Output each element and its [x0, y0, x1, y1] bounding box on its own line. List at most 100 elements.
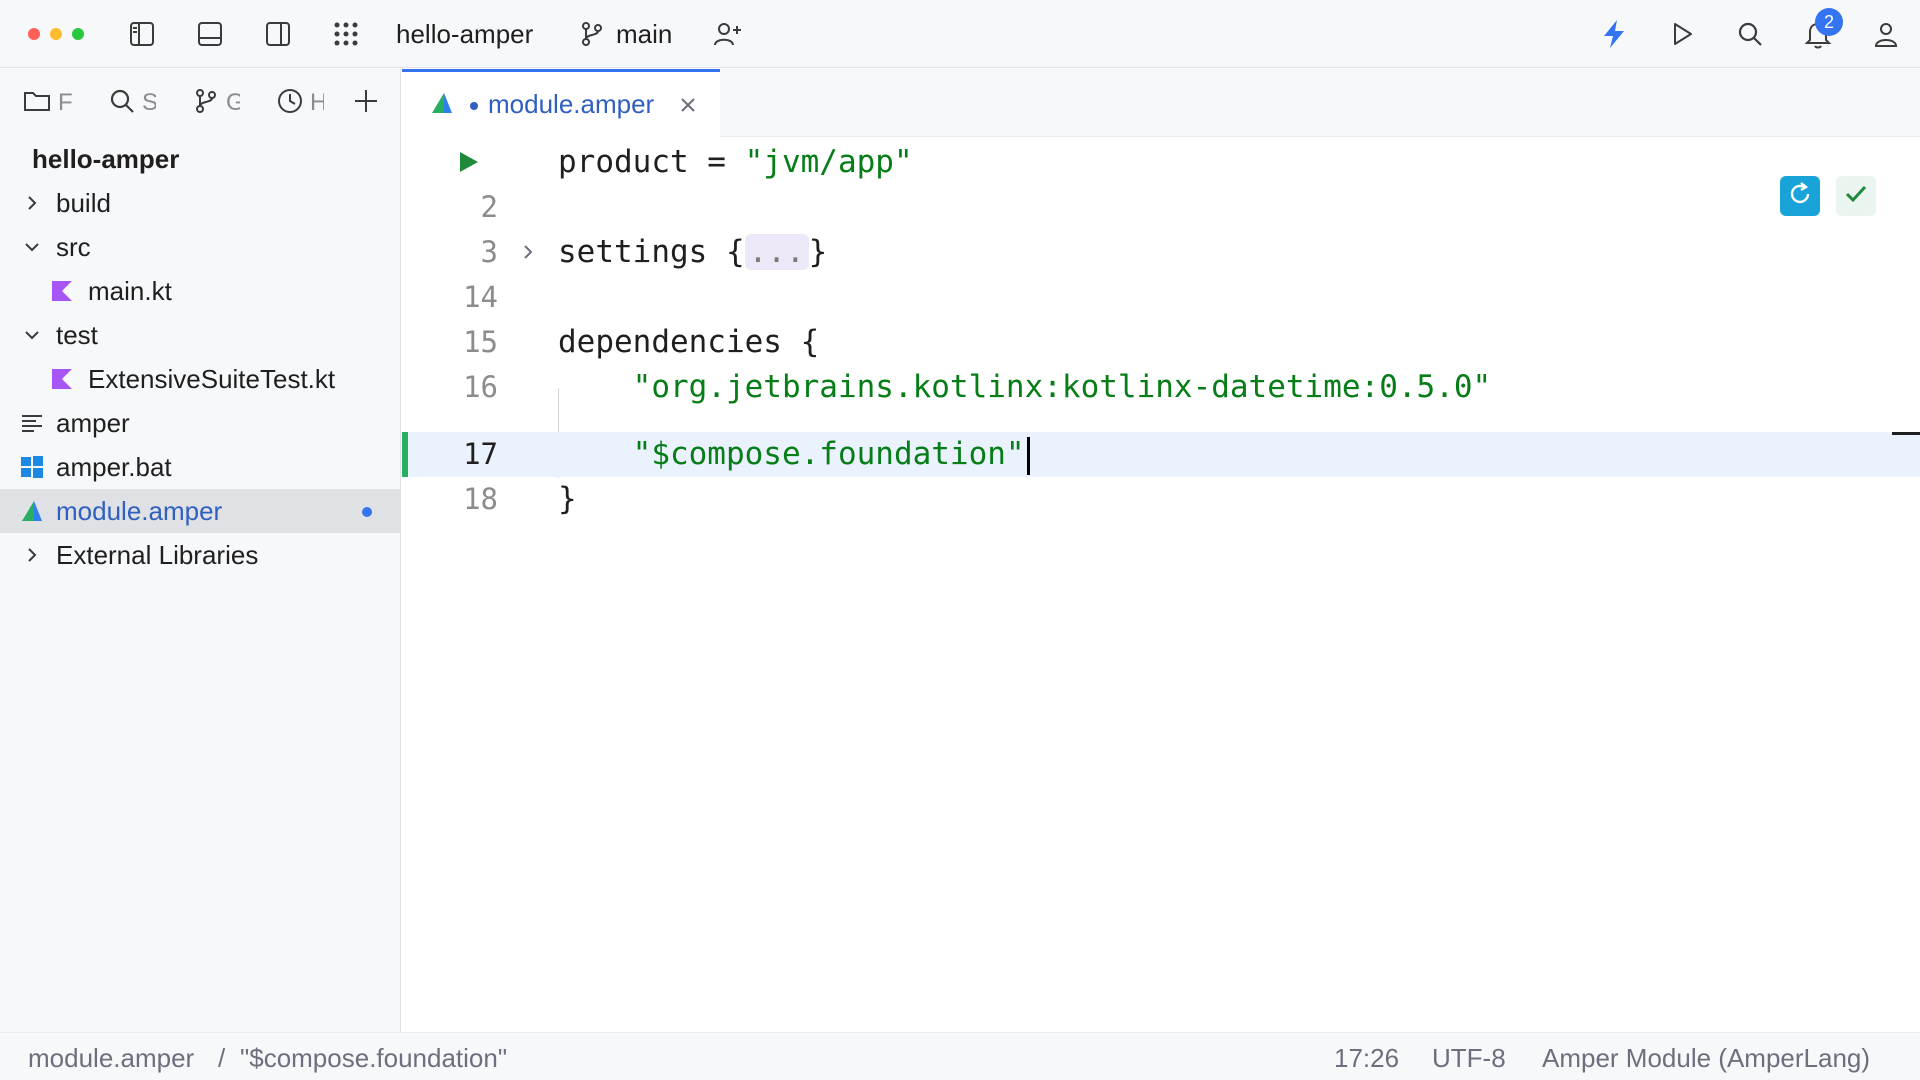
refresh-icon — [1786, 180, 1814, 213]
tree-item-label: main.kt — [88, 276, 172, 306]
scrollbar-caret-marker[interactable] — [1892, 432, 1920, 435]
tab-history[interactable]: H — [276, 83, 324, 123]
tab-project-label: F — [58, 89, 72, 116]
line-number: 18 — [463, 482, 498, 516]
folded-region: ... — [744, 234, 809, 270]
title-bar: hello-amper main 2 — [0, 0, 1920, 68]
code-line-3[interactable]: 3 settings {...} — [402, 230, 1920, 275]
code-text: "org.jetbrains.kotlinx:kotlinx-datetime:… — [632, 369, 1492, 405]
tool-window-tabs: F S G H — [0, 69, 401, 137]
run-icon[interactable] — [1662, 14, 1702, 54]
git-branch-icon — [572, 14, 612, 54]
chevron-right-icon[interactable] — [20, 543, 44, 567]
main-menu-grid-icon[interactable] — [326, 14, 366, 54]
file-encoding[interactable]: UTF-8 — [1432, 1041, 1506, 1075]
code-line-16[interactable]: 16 "org.jetbrains.kotlinx:kotlinx-dateti… — [402, 365, 1920, 410]
line-number: 3 — [480, 235, 498, 269]
tree-item-label: test — [56, 320, 98, 350]
window-minimize-button[interactable] — [50, 28, 62, 40]
plus-icon — [352, 87, 380, 120]
tree-item-label: amper — [56, 408, 130, 438]
left-sidebar-toggle-icon[interactable] — [122, 14, 162, 54]
tab-label: module.amper — [488, 89, 655, 119]
tab-git-label: G — [226, 89, 240, 116]
code-line-2[interactable]: 2 — [402, 185, 1920, 230]
tree-item-amper-bat[interactable]: amper.bat — [0, 445, 400, 489]
tab-project[interactable]: F — [22, 83, 72, 123]
text-file-icon — [20, 411, 44, 435]
code-line-14[interactable]: 14 — [402, 275, 1920, 320]
line-number: 14 — [463, 280, 498, 314]
window-close-button[interactable] — [28, 28, 40, 40]
kotlin-file-icon — [50, 367, 74, 391]
windows-file-icon — [20, 455, 44, 479]
text-caret — [1026, 436, 1030, 475]
modified-indicator — [362, 507, 372, 517]
code-text: settings {...} — [558, 234, 828, 270]
notification-count-badge[interactable]: 2 — [1815, 8, 1843, 36]
code-line-18[interactable]: 18 } — [402, 477, 1920, 522]
breadcrumb-file[interactable]: module.amper — [28, 1041, 194, 1075]
branch-name[interactable]: main — [616, 17, 672, 51]
editor-tab-bar: module.amper — [402, 69, 1920, 137]
tree-item-amper[interactable]: amper — [0, 401, 400, 445]
line-number: 17 — [463, 437, 498, 471]
tab-find[interactable]: S — [108, 83, 156, 123]
kotlin-file-icon — [50, 279, 74, 303]
add-tool-window-button[interactable] — [352, 83, 380, 123]
line-number: 16 — [463, 370, 498, 404]
tree-item-label: build — [56, 188, 111, 218]
tree-item-label: amper.bat — [56, 452, 172, 482]
search-everywhere-icon[interactable] — [1730, 14, 1770, 54]
code-line-1[interactable]: product = "jvm/app" — [402, 140, 1920, 185]
git-branch-icon — [192, 87, 220, 120]
account-user-icon[interactable] — [1866, 14, 1906, 54]
amper-file-icon — [430, 91, 454, 120]
search-icon — [108, 87, 136, 120]
tab-git[interactable]: G — [192, 83, 240, 123]
code-line-17[interactable]: 17 "$compose.foundation" — [402, 432, 1920, 477]
tree-root[interactable]: hello-amper — [0, 137, 400, 181]
file-type[interactable]: Amper Module (AmperLang) — [1542, 1041, 1870, 1075]
modified-indicator — [470, 102, 478, 110]
folder-icon — [22, 87, 52, 120]
amper-file-icon — [20, 499, 44, 523]
reload-project-button[interactable] — [1780, 176, 1820, 216]
inspection-ok-button[interactable] — [1836, 176, 1876, 216]
project-name[interactable]: hello-amper — [396, 17, 533, 51]
tree-item-src[interactable]: src — [0, 225, 400, 269]
changed-line-marker[interactable] — [402, 432, 408, 477]
breadcrumb-item[interactable]: "$compose.foundation" — [240, 1041, 507, 1075]
fold-expand-icon[interactable] — [518, 242, 538, 267]
tree-item-label: module.amper — [56, 496, 223, 526]
tree-item-build[interactable]: build — [0, 181, 400, 225]
close-icon[interactable] — [678, 95, 698, 120]
tree-item-label: src — [56, 232, 91, 262]
chevron-down-icon[interactable] — [20, 235, 44, 259]
tab-find-label: S — [142, 89, 156, 116]
tree-item-external-libraries[interactable]: External Libraries — [0, 533, 400, 577]
bottom-panel-toggle-icon[interactable] — [190, 14, 230, 54]
code-text: } — [558, 481, 577, 517]
code-editor[interactable]: product = "jvm/app" 2 3 settings {...} 1… — [402, 138, 1920, 1032]
clock-icon — [276, 87, 304, 120]
window-zoom-button[interactable] — [72, 28, 84, 40]
code-line-15[interactable]: 15 dependencies { — [402, 320, 1920, 365]
code-text: product = "jvm/app" — [558, 144, 913, 180]
tree-item-label: ExtensiveSuiteTest.kt — [88, 364, 336, 394]
tree-item-extensive-suite-test[interactable]: ExtensiveSuiteTest.kt — [0, 357, 400, 401]
caret-position[interactable]: 17:26 — [1334, 1041, 1399, 1075]
tab-module-amper[interactable]: module.amper — [402, 69, 720, 137]
tree-item-main-kt[interactable]: main.kt — [0, 269, 400, 313]
code-text: dependencies { — [558, 324, 820, 360]
tree-item-module-amper[interactable]: module.amper — [0, 489, 400, 533]
run-gutter-icon[interactable] — [458, 150, 480, 179]
right-sidebar-toggle-icon[interactable] — [258, 14, 298, 54]
breadcrumb-separator: / — [218, 1043, 226, 1073]
power-save-lightning-icon[interactable] — [1594, 14, 1634, 54]
tree-item-test[interactable]: test — [0, 313, 400, 357]
add-collaborator-icon[interactable] — [708, 14, 748, 54]
line-number: 2 — [480, 190, 498, 224]
chevron-down-icon[interactable] — [20, 323, 44, 347]
chevron-right-icon[interactable] — [20, 191, 44, 215]
